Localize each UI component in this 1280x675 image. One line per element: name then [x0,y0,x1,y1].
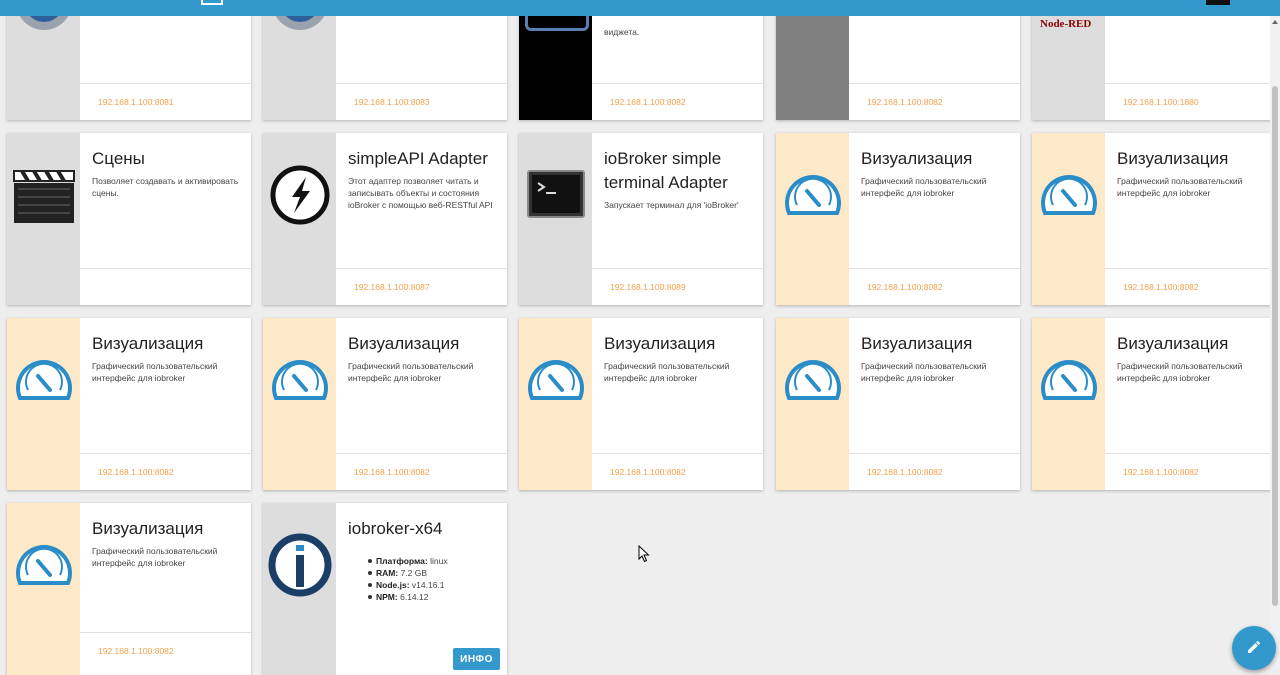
host-title: iobroker-x64 [348,519,443,538]
scroll-up-icon[interactable] [1272,20,1278,24]
host-ram: 7.2 GB [400,568,428,578]
card-link[interactable]: 192.168.1.100:8082 [98,646,174,656]
card-top-4[interactable]: 192.168.1.100:8082 [776,0,1020,120]
lightning-icon [270,165,330,225]
card-title: Визуализация [92,334,204,353]
pencil-icon [1248,640,1261,653]
card-vis[interactable]: Визуализация Графический пользовательски… [1032,133,1276,305]
card-description: Графический пользовательский интерфейс д… [1117,361,1243,383]
card-vis[interactable]: Визуализация Графический пользовательски… [776,133,1020,305]
card-title: Визуализация [1117,149,1229,168]
widget-screen-icon [525,14,589,31]
card-top-3[interactable]: виджета. 192.168.1.100:8082 [519,0,763,120]
card-description: Графический пользовательский интерфейс д… [92,361,218,383]
card-title: Визуализация [861,334,973,353]
clapperboard-icon [13,169,75,223]
iobroker-logo-icon [268,533,332,597]
card-description: Запускает терминал для 'ioBroker' [604,200,739,210]
gauge-icon [785,175,841,215]
card-link[interactable]: 192.168.1.100:8087 [354,282,430,292]
card-description: Графический пользовательский интерфейс д… [604,361,730,383]
card-description: Графический пользовательский интерфейс д… [1117,176,1243,198]
host-npm: 6.14.12 [400,592,429,602]
menu-icon[interactable] [201,0,223,5]
edit-fab-button[interactable] [1232,626,1276,670]
scrollbar[interactable] [1270,16,1280,669]
card-description: Графический пользовательский интерфейс д… [348,361,474,383]
card-link[interactable]: 192.168.1.100:8081 [98,97,174,107]
card-vis[interactable]: Визуализация Графический пользовательски… [519,318,763,490]
card-vis[interactable]: Визуализация Графический пользовательски… [263,318,507,490]
card-description: Графический пользовательский интерфейс д… [861,361,987,383]
card-description: Этот адаптер позволяет читать и записыва… [348,176,493,210]
card-host[interactable]: iobroker-x64 Платформа: linux RAM: 7.2 G… [263,503,507,675]
card-link[interactable]: 192.168.1.100:8083 [354,97,430,107]
host-platform: linux [430,556,448,566]
host-node: v14.16.1 [411,580,445,590]
gauge-icon [16,360,72,400]
top-app-bar [0,0,1280,16]
gauge-icon [528,360,584,400]
mouse-cursor-icon [638,545,650,563]
card-simpleapi[interactable]: simpleAPI Adapter Этот адаптер позволяет… [263,133,507,305]
info-button[interactable]: ИНФО [453,648,500,670]
card-scenes[interactable]: Сцены Позволяет создавать и активировать… [7,133,251,305]
card-vis[interactable]: Визуализация Графический пользовательски… [1032,318,1276,490]
card-title: Визуализация [1117,334,1229,353]
card-title: ioBroker simple terminal Adapter [604,149,728,192]
card-link[interactable]: 192.168.1.100:8089 [610,282,686,292]
gauge-icon [16,545,72,585]
card-description: Графический пользовательский интерфейс д… [92,546,218,568]
card-title: Визуализация [604,334,716,353]
gauge-icon [272,360,328,400]
card-description: Графический пользовательский интерфейс д… [861,176,987,198]
gauge-icon [785,360,841,400]
account-icon[interactable] [1206,0,1230,5]
card-top-2[interactable]: 192.168.1.100:8083 [263,0,507,120]
card-link[interactable]: 192.168.1.100:8082 [354,467,430,477]
card-link[interactable]: 192.168.1.100:1880 [1123,97,1199,107]
card-title: Визуализация [861,149,973,168]
card-top-5[interactable]: Node-RED 192.168.1.100:1880 [1032,0,1276,120]
card-title: Сцены [92,149,145,168]
card-description: виджета. [604,27,640,37]
card-title: simpleAPI Adapter [348,149,488,168]
terminal-icon [527,170,585,218]
card-title: Визуализация [92,519,204,538]
card-vis[interactable]: Визуализация Графический пользовательски… [7,318,251,490]
card-link[interactable]: 192.168.1.100:8082 [867,97,943,107]
card-link[interactable]: 192.168.1.100:8082 [867,467,943,477]
gauge-icon [1041,360,1097,400]
scrollbar-thumb[interactable] [1272,86,1278,606]
node-red-logo: Node-RED [1040,18,1092,30]
card-link[interactable]: 192.168.1.100:8082 [610,97,686,107]
card-link[interactable]: 192.168.1.100:8082 [867,282,943,292]
card-top-1[interactable]: 192.168.1.100:8081 [7,0,251,120]
card-link[interactable]: 192.168.1.100:8082 [1123,282,1199,292]
card-link[interactable]: 192.168.1.100:8082 [610,467,686,477]
gauge-icon [1041,175,1097,215]
card-description: Позволяет создавать и активировать сцены… [92,176,239,198]
card-vis[interactable]: Визуализация Графический пользовательски… [7,503,251,675]
card-terminal[interactable]: ioBroker simple terminal Adapter Запуска… [519,133,763,305]
card-title: Визуализация [348,334,460,353]
card-vis[interactable]: Визуализация Графический пользовательски… [776,318,1020,490]
card-link[interactable]: 192.168.1.100:8082 [98,467,174,477]
card-link[interactable]: 192.168.1.100:8082 [1123,467,1199,477]
host-info-list: Платформа: linux RAM: 7.2 GB Node.js: v1… [368,556,448,602]
